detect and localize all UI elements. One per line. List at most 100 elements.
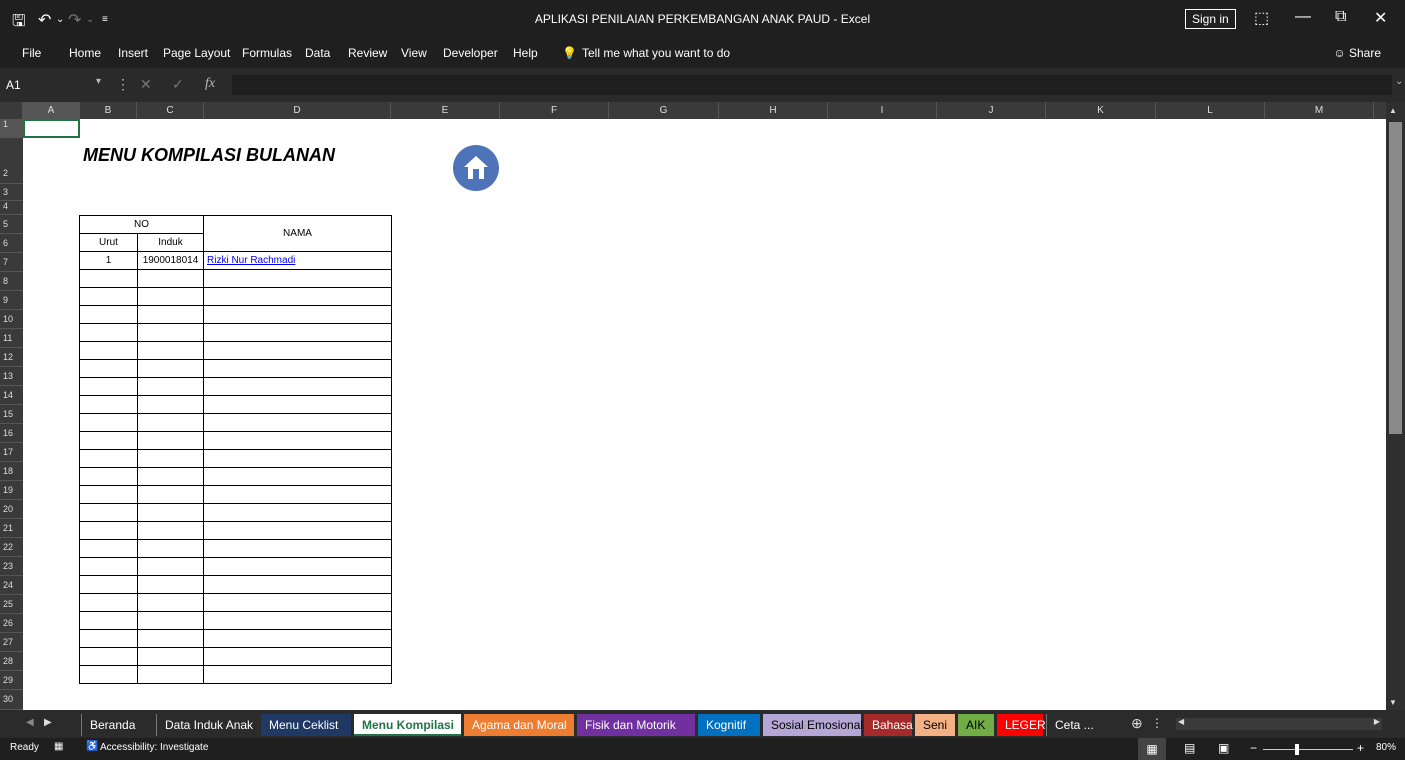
empty-cell[interactable] bbox=[203, 485, 392, 504]
sheet-tab[interactable]: Sosial Emosional bbox=[763, 714, 863, 736]
sheet-tab[interactable]: Beranda bbox=[81, 714, 153, 736]
empty-cell[interactable] bbox=[137, 449, 204, 468]
row-header[interactable]: 19 bbox=[0, 481, 23, 500]
column-header[interactable]: I bbox=[828, 102, 937, 119]
row-header[interactable]: 18 bbox=[0, 462, 23, 481]
add-sheet-icon[interactable]: ⊕ bbox=[1131, 715, 1143, 732]
row-header[interactable]: 29 bbox=[0, 671, 23, 690]
row-header[interactable]: 13 bbox=[0, 367, 23, 386]
empty-cell[interactable] bbox=[137, 395, 204, 414]
sheet-tab[interactable]: Menu Kompilasi bbox=[354, 714, 461, 736]
tell-me-search[interactable]: Tell me what you want to do bbox=[582, 46, 730, 60]
row-header[interactable]: 1 bbox=[0, 119, 23, 138]
horizontal-scrollbar[interactable]: ◀ ▶ bbox=[1176, 717, 1382, 730]
row-header[interactable]: 21 bbox=[0, 519, 23, 538]
home-button[interactable] bbox=[453, 145, 499, 191]
empty-cell[interactable] bbox=[137, 413, 204, 432]
tab-file[interactable]: File bbox=[22, 46, 41, 60]
empty-cell[interactable] bbox=[203, 395, 392, 414]
row-header[interactable]: 25 bbox=[0, 595, 23, 614]
minimize-icon[interactable]: — bbox=[1295, 8, 1311, 26]
cell-nama[interactable]: Rizki Nur Rachmadi bbox=[203, 251, 392, 270]
column-header[interactable]: H bbox=[719, 102, 828, 119]
empty-cell[interactable] bbox=[79, 647, 138, 666]
prev-sheet-icon[interactable]: ◀ bbox=[26, 717, 34, 728]
formula-input[interactable] bbox=[232, 75, 1392, 95]
empty-cell[interactable] bbox=[203, 539, 392, 558]
empty-cell[interactable] bbox=[137, 503, 204, 522]
row-header[interactable]: 4 bbox=[0, 201, 23, 215]
close-icon[interactable]: ✕ bbox=[1374, 8, 1387, 28]
empty-cell[interactable] bbox=[79, 287, 138, 306]
empty-cell[interactable] bbox=[203, 503, 392, 522]
empty-cell[interactable] bbox=[137, 539, 204, 558]
empty-cell[interactable] bbox=[137, 341, 204, 360]
row-header[interactable]: 14 bbox=[0, 386, 23, 405]
empty-cell[interactable] bbox=[79, 449, 138, 468]
empty-cell[interactable] bbox=[79, 665, 138, 684]
empty-cell[interactable] bbox=[203, 431, 392, 450]
sheet-tab[interactable]: Agama dan Moral bbox=[464, 714, 574, 736]
empty-cell[interactable] bbox=[137, 323, 204, 342]
empty-cell[interactable] bbox=[203, 557, 392, 576]
row-header[interactable]: 23 bbox=[0, 557, 23, 576]
scroll-down-icon[interactable]: ▼ bbox=[1389, 698, 1397, 707]
empty-cell[interactable] bbox=[203, 305, 392, 324]
empty-cell[interactable] bbox=[137, 377, 204, 396]
row-header[interactable]: 10 bbox=[0, 310, 23, 329]
empty-cell[interactable] bbox=[79, 323, 138, 342]
empty-cell[interactable] bbox=[79, 359, 138, 378]
next-sheet-icon[interactable]: ▶ bbox=[44, 717, 52, 728]
empty-cell[interactable] bbox=[203, 521, 392, 540]
row-header[interactable]: 12 bbox=[0, 348, 23, 367]
more-options-icon[interactable]: ⋮ bbox=[1151, 716, 1163, 730]
restore-icon[interactable]: ⧉ bbox=[1335, 8, 1346, 26]
row-header[interactable]: 16 bbox=[0, 424, 23, 443]
column-header[interactable]: E bbox=[391, 102, 500, 119]
empty-cell[interactable] bbox=[79, 269, 138, 288]
tab-formulas[interactable]: Formulas bbox=[242, 46, 292, 60]
column-header[interactable]: A bbox=[23, 102, 80, 119]
accessibility-status[interactable]: Accessibility: Investigate bbox=[100, 742, 208, 753]
column-header[interactable]: M bbox=[1265, 102, 1374, 119]
empty-cell[interactable] bbox=[79, 395, 138, 414]
row-header[interactable]: 3 bbox=[0, 184, 23, 201]
empty-cell[interactable] bbox=[79, 485, 138, 504]
tab-developer[interactable]: Developer bbox=[443, 46, 498, 60]
accessibility-icon[interactable]: ♿ bbox=[86, 741, 98, 752]
ribbon-display-icon[interactable]: ⬚ bbox=[1254, 8, 1269, 28]
empty-cell[interactable] bbox=[137, 467, 204, 486]
zoom-slider-thumb[interactable] bbox=[1295, 744, 1299, 755]
empty-cell[interactable] bbox=[137, 593, 204, 612]
column-header[interactable]: D bbox=[204, 102, 391, 119]
scroll-left-icon[interactable]: ◀ bbox=[1178, 717, 1184, 726]
macro-icon[interactable]: ▦ bbox=[54, 741, 63, 752]
empty-cell[interactable] bbox=[137, 287, 204, 306]
empty-cell[interactable] bbox=[203, 467, 392, 486]
tab-data[interactable]: Data bbox=[305, 46, 330, 60]
zoom-in-icon[interactable]: + bbox=[1357, 741, 1364, 755]
page-break-view-icon[interactable]: ▣ bbox=[1218, 741, 1229, 755]
sheet-tab[interactable]: Ceta ... bbox=[1046, 714, 1094, 736]
selected-cell[interactable] bbox=[23, 119, 80, 138]
empty-cell[interactable] bbox=[203, 323, 392, 342]
empty-cell[interactable] bbox=[79, 467, 138, 486]
more-options-icon[interactable]: ⋮ bbox=[116, 76, 130, 93]
empty-cell[interactable] bbox=[203, 575, 392, 594]
worksheet[interactable]: MENU KOMPILASI BULANAN NO NAMA Urut Indu… bbox=[23, 119, 1386, 710]
empty-cell[interactable] bbox=[79, 413, 138, 432]
name-box-dropdown-icon[interactable]: ▾ bbox=[96, 76, 101, 87]
column-header[interactable]: L bbox=[1156, 102, 1265, 119]
empty-cell[interactable] bbox=[203, 665, 392, 684]
vertical-scrollbar[interactable]: ▲ ▼ bbox=[1386, 102, 1405, 710]
enter-icon[interactable]: ✓ bbox=[172, 76, 184, 93]
tab-review[interactable]: Review bbox=[348, 46, 387, 60]
tab-help[interactable]: Help bbox=[513, 46, 538, 60]
empty-cell[interactable] bbox=[203, 269, 392, 288]
sheet-tab[interactable]: Bahasa bbox=[864, 714, 913, 736]
column-header[interactable]: B bbox=[80, 102, 137, 119]
empty-cell[interactable] bbox=[137, 629, 204, 648]
sheet-tab[interactable]: Fisik dan Motorik bbox=[577, 714, 695, 736]
empty-cell[interactable] bbox=[137, 305, 204, 324]
row-header[interactable]: 20 bbox=[0, 500, 23, 519]
